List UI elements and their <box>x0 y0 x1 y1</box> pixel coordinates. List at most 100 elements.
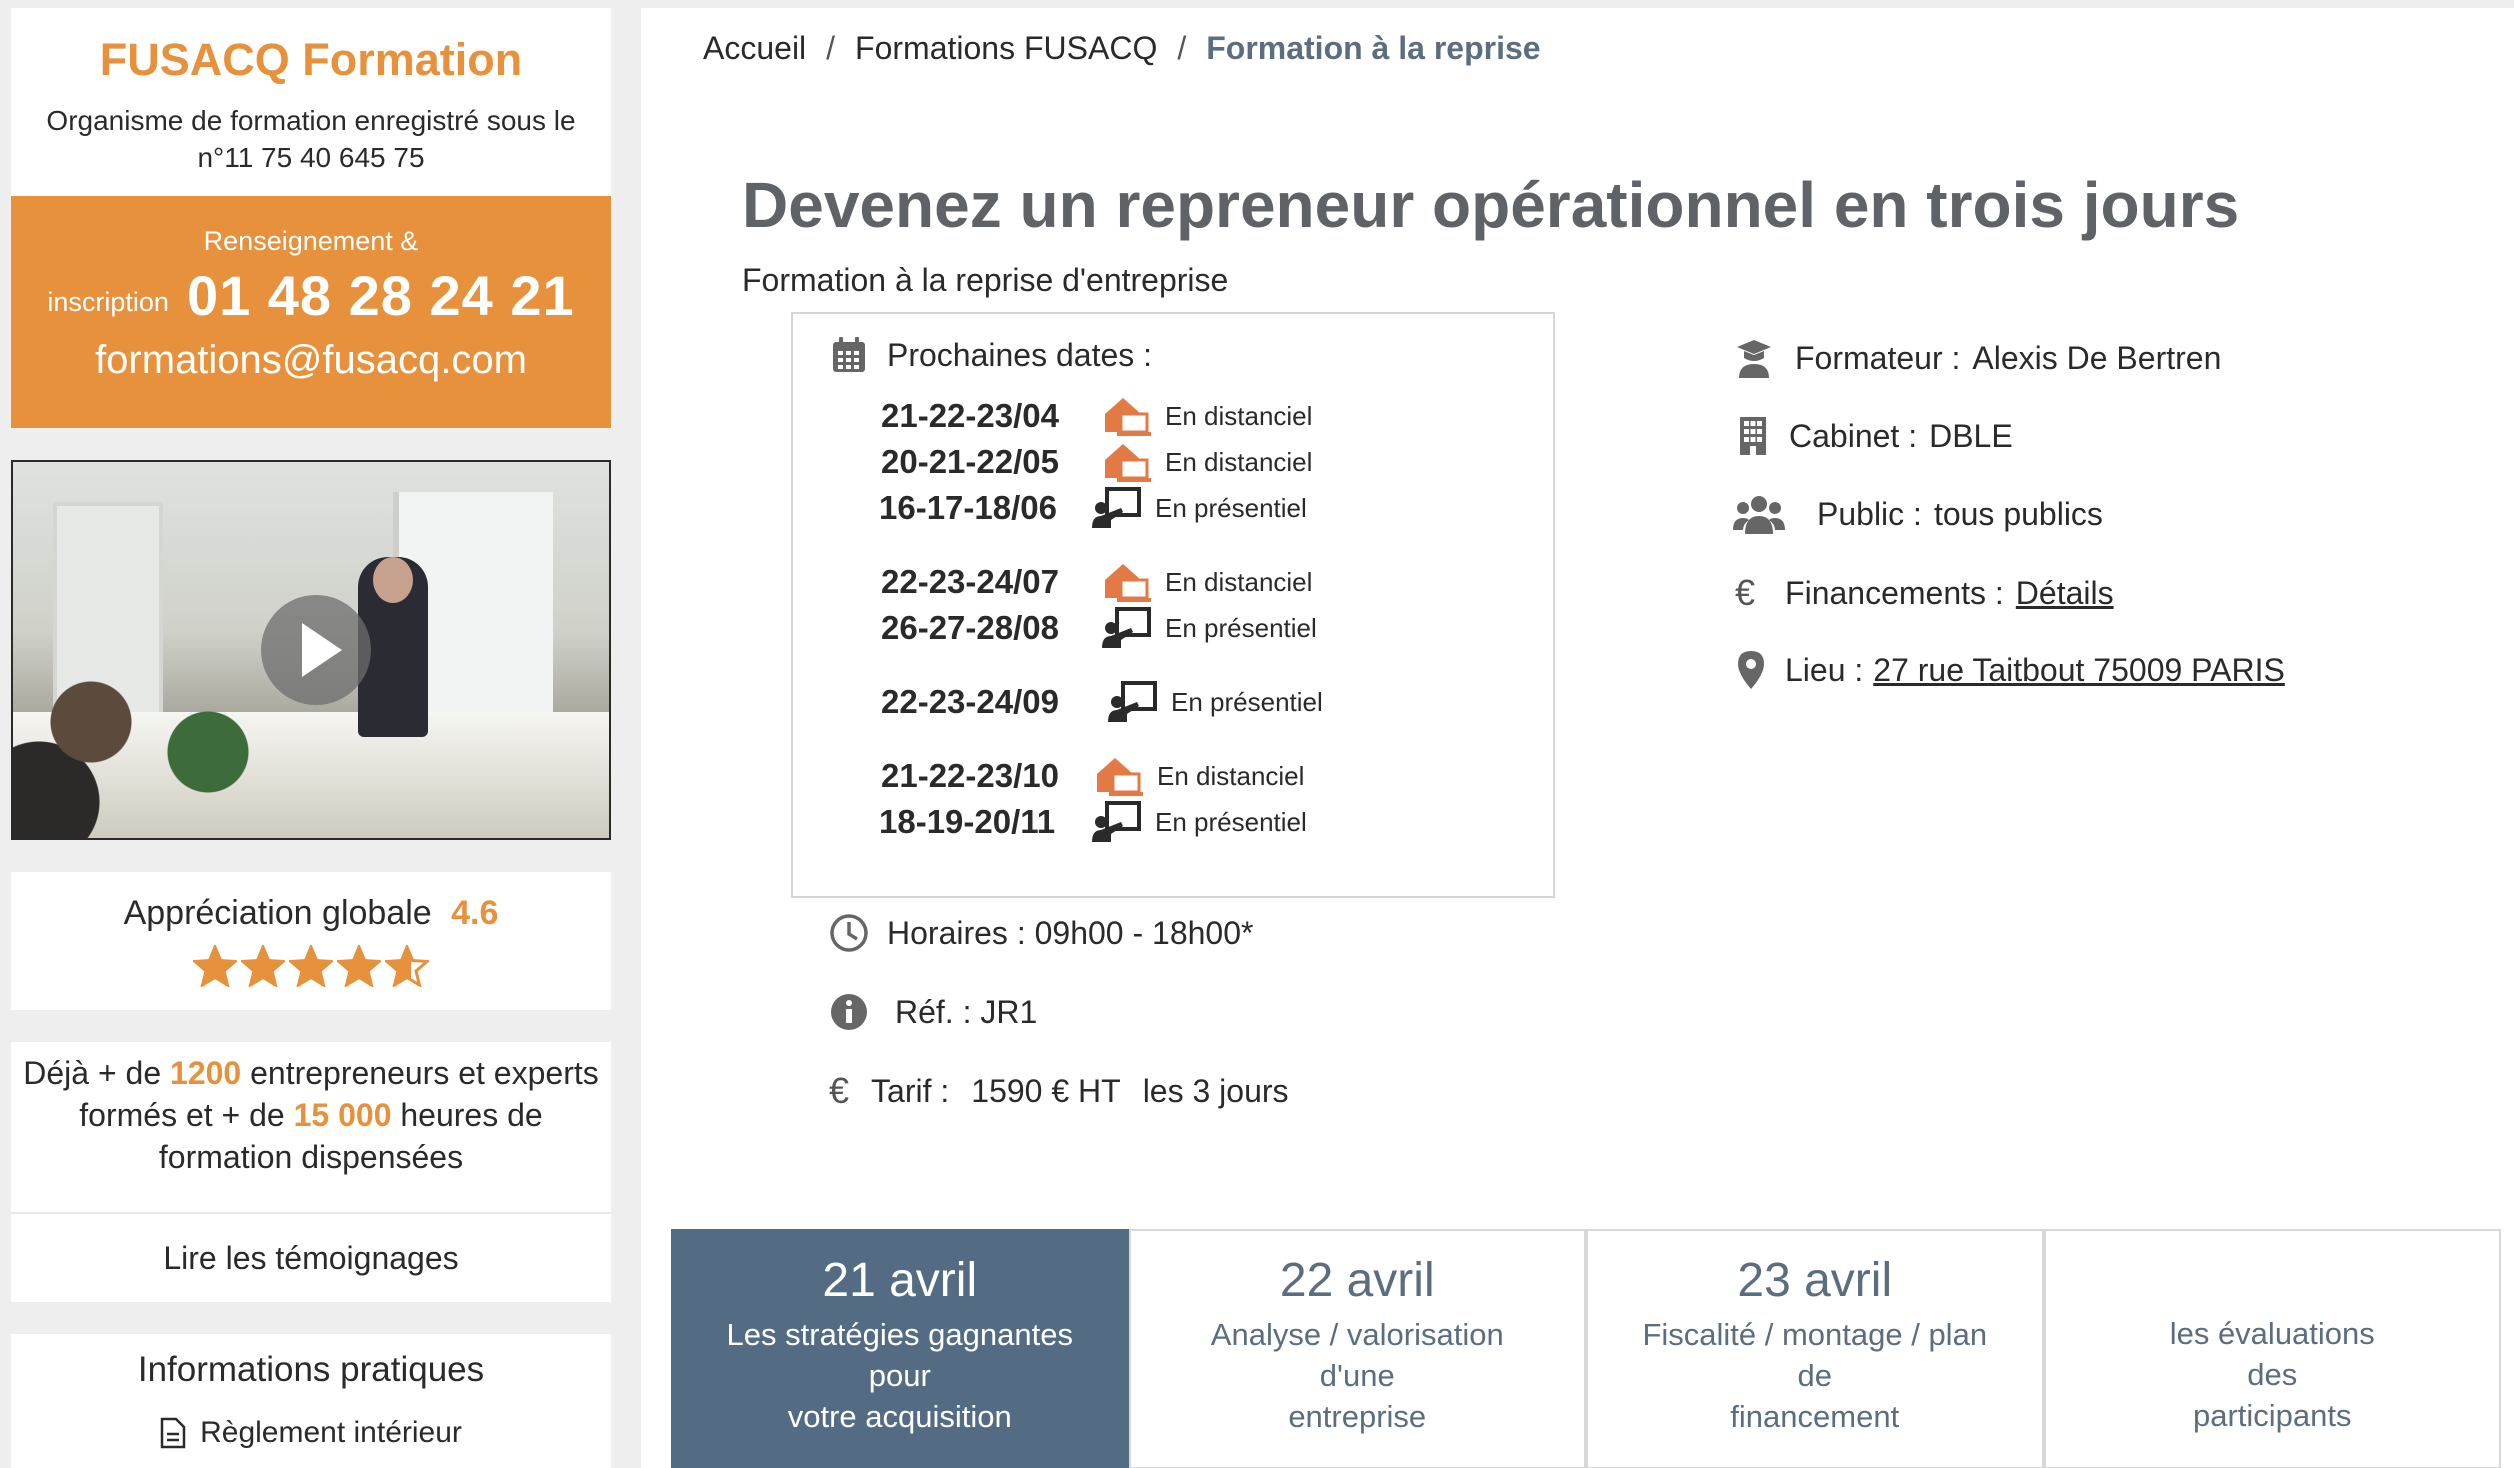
star-rating <box>11 945 611 987</box>
tarif-suffix: les 3 jours <box>1142 1072 1289 1109</box>
practical-info-title: Informations pratiques <box>137 1350 485 1389</box>
day-tabs: 21 avril Les stratégies gagnantes pour v… <box>671 1229 2501 1468</box>
financements-details-link[interactable]: Détails <box>2016 575 2114 612</box>
video-scene-speaker-head <box>373 557 413 603</box>
remote-home-icon <box>1097 758 1143 796</box>
formateur-line: Formateur : Alexis De Bertren <box>1735 338 2221 378</box>
date-value: 16-17-18/06 <box>879 489 1057 526</box>
tab-description: les évaluations des participants <box>2169 1316 2375 1433</box>
date-row: 21-22-23/10 En distanciel <box>881 754 1304 798</box>
date-mode: En présentiel <box>1165 612 1317 643</box>
rating-label: Appréciation globale <box>123 894 432 932</box>
tab-description: Analyse / valorisation d'une entreprise <box>1210 1317 1504 1434</box>
ref-text: Réf. : JR1 <box>895 993 1038 1030</box>
contact-email[interactable]: formations@fusacq.com <box>11 338 611 383</box>
main-content: Accueil / Formations FUSACQ / Formation … <box>641 8 2514 1468</box>
tab-description: Les stratégies gagnantes pour votre acqu… <box>726 1317 1073 1434</box>
date-row: 22-23-24/07 En distanciel <box>881 560 1312 604</box>
date-row: 21-22-23/04 En distanciel <box>881 394 1312 438</box>
clock-icon <box>830 914 868 952</box>
dates-heading: Prochaines dates : <box>887 336 1153 373</box>
formateur-value: Alexis De Bertren <box>1972 339 2222 376</box>
date-row: 20-21-22/05 En distanciel <box>881 440 1312 484</box>
breadcrumb-separator: / <box>1177 30 1187 66</box>
video-player[interactable] <box>11 460 611 840</box>
stats-text-1: Déjà + de <box>23 1055 171 1091</box>
page-subtitle: Formation à la reprise d'entreprise <box>742 262 1229 298</box>
tab-date: 21 avril <box>822 1254 978 1307</box>
dates-box: Prochaines dates : 21-22-23/04 En distan… <box>791 312 1555 898</box>
ref-line: Réf. : JR1 <box>829 992 1037 1032</box>
tab-day-2[interactable]: 22 avril Analyse / valorisation d'une en… <box>1128 1229 1586 1468</box>
tarif-label: Tarif : <box>871 1072 950 1109</box>
video-scene-people <box>13 642 273 838</box>
horaires-text: Horaires : 09h00 - 18h00* <box>887 914 1254 951</box>
cabinet-line: Cabinet : DBLE <box>1739 416 2013 456</box>
org-registration: Organisme de formation enregistré sous l… <box>46 105 576 173</box>
date-value: 26-27-28/08 <box>881 609 1059 646</box>
breadcrumb-home[interactable]: Accueil <box>703 30 806 67</box>
remote-home-icon <box>1105 564 1151 602</box>
reglement-link[interactable]: Règlement intérieur <box>11 1416 611 1450</box>
rating-value: 4.6 <box>451 894 499 932</box>
date-mode: En présentiel <box>1171 686 1323 717</box>
tab-description: Fiscalité / montage / plan de financemen… <box>1642 1317 1988 1434</box>
euro-icon: € <box>1735 572 1756 613</box>
date-value: 20-21-22/05 <box>881 443 1059 480</box>
public-value: tous publics <box>1933 495 2103 532</box>
date-value: 18-19-20/11 <box>879 803 1056 840</box>
play-icon[interactable] <box>261 595 371 705</box>
users-icon <box>1733 496 1785 534</box>
org-card: FUSACQ Formation Organisme de formation … <box>11 8 611 196</box>
sidebar: FUSACQ Formation Organisme de formation … <box>11 8 611 1468</box>
graduate-icon <box>1737 340 1771 378</box>
remote-home-icon <box>1105 444 1151 482</box>
tab-date: 23 avril <box>1737 1254 1893 1307</box>
breadcrumb-current: Formation à la reprise <box>1206 30 1541 66</box>
contact-label: Renseignement & <box>203 226 419 256</box>
date-value: 21-22-23/10 <box>881 757 1059 794</box>
page-title: Devenez un repreneur opérationnel en tro… <box>742 169 2240 241</box>
tab-evaluations[interactable]: les évaluations des participants <box>2043 1229 2501 1468</box>
presenter-icon <box>1092 487 1141 528</box>
contact-phone[interactable]: 01 48 28 24 21 <box>187 263 575 328</box>
star-icon <box>385 945 429 987</box>
lieu-address-link[interactable]: 27 rue Taitbout 75009 PARIS <box>1873 652 2285 689</box>
contact-label-2: inscription <box>47 287 169 317</box>
cabinet-label: Cabinet : <box>1789 417 1918 454</box>
date-mode: En présentiel <box>1155 492 1307 523</box>
lieu-label: Lieu : <box>1785 651 1864 688</box>
org-title: FUSACQ Formation <box>99 34 523 85</box>
date-mode: En distanciel <box>1165 400 1313 431</box>
remote-home-icon <box>1105 398 1151 436</box>
date-mode: En présentiel <box>1155 806 1307 837</box>
breadcrumb-separator: / <box>826 30 836 66</box>
tarif-value: 1590 € HT <box>971 1072 1121 1109</box>
date-row: 26-27-28/08 En présentiel <box>881 606 1317 650</box>
document-icon <box>160 1417 186 1449</box>
horaires-line: Horaires : 09h00 - 18h00* <box>829 913 1253 953</box>
financements-line: € Financements : Détails <box>1735 572 2114 614</box>
star-icon <box>193 945 237 987</box>
info-icon <box>831 994 867 1030</box>
cabinet-value: DBLE <box>1929 417 2013 454</box>
date-value: 22-23-24/07 <box>881 563 1059 600</box>
date-row: 18-19-20/11 En présentiel <box>879 800 1307 844</box>
date-mode: En distanciel <box>1157 760 1305 791</box>
star-icon <box>241 945 285 987</box>
building-icon <box>1740 417 1766 455</box>
public-line: Public : tous publics <box>1733 494 2103 534</box>
testimonials-link[interactable]: Lire les témoignages <box>11 1214 611 1302</box>
tab-day-1[interactable]: 21 avril Les stratégies gagnantes pour v… <box>671 1229 1129 1468</box>
euro-icon: € <box>829 1070 850 1111</box>
rating-card: Appréciation globale 4.6 <box>11 872 611 1010</box>
stats-number-2: 15 000 <box>293 1097 392 1133</box>
practical-info-card: Informations pratiques Règlement intérie… <box>11 1334 611 1468</box>
map-pin-icon <box>1738 651 1764 689</box>
tab-day-3[interactable]: 23 avril Fiscalité / montage / plan de f… <box>1586 1229 2044 1468</box>
date-value: 21-22-23/04 <box>881 397 1059 434</box>
tab-date: 22 avril <box>1279 1254 1435 1307</box>
breadcrumb-formations[interactable]: Formations FUSACQ <box>855 30 1157 67</box>
date-mode: En distanciel <box>1165 446 1313 477</box>
stats-number-1: 1200 <box>170 1055 242 1091</box>
